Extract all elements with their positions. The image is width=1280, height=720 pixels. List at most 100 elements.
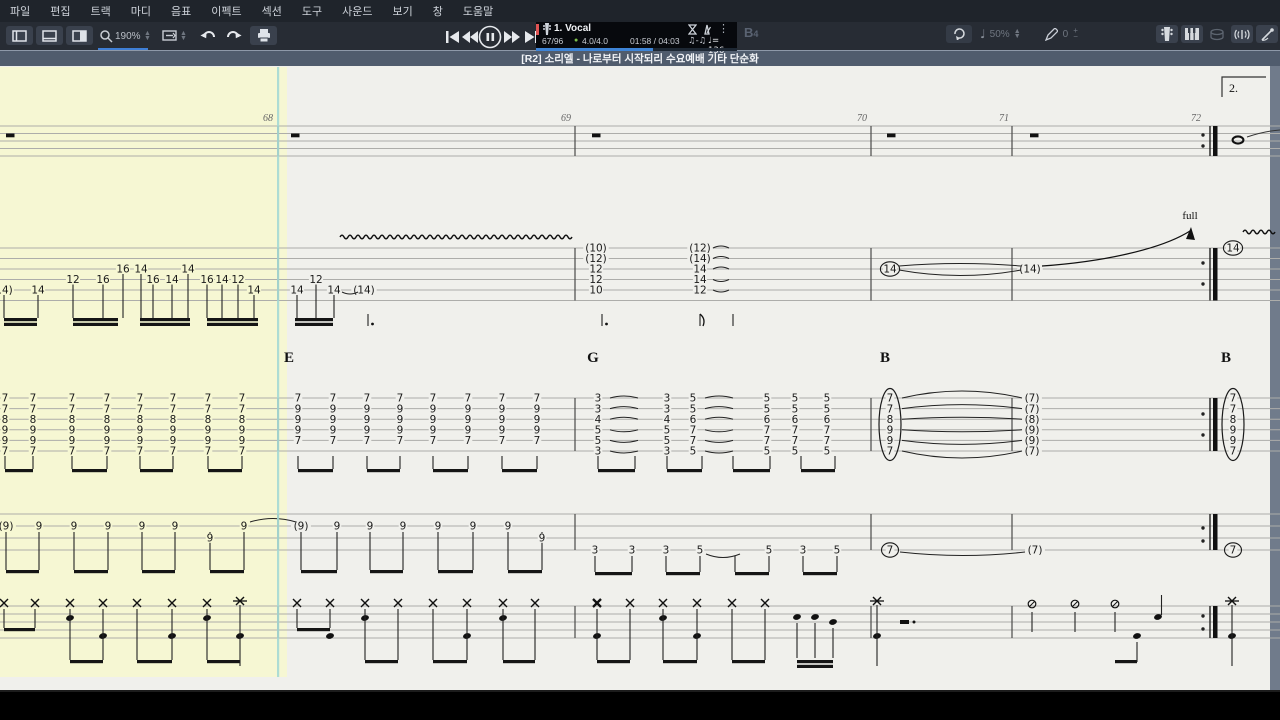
rhythm-tab-note[interactable]: 7 [534, 435, 541, 447]
menu-item[interactable]: 도구 [292, 3, 332, 19]
lead-tab-note[interactable]: 16 [116, 264, 130, 276]
rhythm-tab-note[interactable]: 7 [295, 435, 302, 447]
bass-tab-note[interactable]: 9 [36, 521, 43, 533]
zoom-stepper[interactable]: ▲ ▼ [144, 30, 151, 42]
bass-tab-note[interactable]: 9 [435, 521, 442, 533]
bass-tab-note[interactable]: (9) [294, 521, 309, 533]
bass-tab-note[interactable]: 7 [887, 545, 894, 557]
skip-start-icon[interactable] [446, 31, 459, 43]
fast-forward-icon[interactable] [504, 31, 520, 43]
rhythm-tab-note[interactable]: 7 [364, 435, 371, 447]
lead-tab-note[interactable]: 10 [589, 285, 602, 297]
score-canvas[interactable]: 68697071722.EGBB14)141216161416141416141… [0, 0, 1280, 720]
lead-tab-note[interactable]: 12 [309, 274, 322, 286]
loop-button[interactable] [946, 25, 972, 43]
keyboard-button[interactable] [1181, 25, 1203, 43]
whole-rest[interactable] [592, 133, 601, 138]
chord-label[interactable]: B [880, 350, 890, 366]
drumpad-button[interactable] [1206, 25, 1228, 43]
lead-tab-note[interactable]: 12 [66, 274, 79, 286]
tremolo-button[interactable] [1256, 25, 1278, 43]
column-view-button[interactable] [66, 26, 93, 45]
rhythm-tab-note[interactable]: 3 [664, 446, 671, 458]
bass-tab-note[interactable]: 5 [697, 545, 704, 557]
bass-tab-note[interactable]: 3 [629, 545, 636, 557]
rhythm-tab-note[interactable]: 5 [824, 446, 831, 458]
bass-tab-note[interactable]: 9 [172, 521, 179, 533]
bass-tab-note[interactable]: 9 [367, 521, 374, 533]
audio-button[interactable] [1231, 25, 1253, 43]
lead-tab-note[interactable]: 16 [146, 274, 160, 286]
menu-item[interactable]: 트랙 [81, 3, 121, 19]
bass-tab-note[interactable]: 9 [334, 521, 341, 533]
bass-tab-note[interactable]: 9 [139, 521, 146, 533]
lead-tab-note[interactable]: 14 [1226, 243, 1240, 255]
kebab-menu-icon[interactable]: ⋮ [718, 22, 729, 35]
menu-item[interactable]: 섹션 [252, 3, 292, 19]
redo-icon[interactable] [225, 30, 242, 44]
lead-tab-note[interactable]: 16 [200, 274, 214, 286]
lead-tab-note[interactable]: 14) [0, 285, 13, 297]
menu-item[interactable]: 이펙트 [201, 3, 251, 19]
screen-view-button[interactable] [36, 26, 63, 45]
rhythm-tab-note[interactable]: 7 [205, 446, 212, 458]
menu-item[interactable]: 음표 [161, 3, 201, 19]
rhythm-tab-note[interactable]: 7 [1230, 446, 1237, 458]
speed-stepper[interactable]: ▲ ▼ [1014, 28, 1021, 40]
page-view-button[interactable] [6, 26, 33, 45]
pen-stepper[interactable]: + − [1073, 27, 1078, 41]
pause-button[interactable] [478, 25, 502, 49]
rhythm-tab-note[interactable]: 7 [397, 435, 404, 447]
track-name[interactable]: 1. Vocal [554, 23, 591, 34]
whole-rest[interactable] [6, 133, 15, 138]
feel-icon[interactable]: ♫-♫ [688, 36, 706, 46]
whole-rest[interactable] [1030, 133, 1039, 138]
rhythm-tab-note[interactable]: 7 [2, 446, 9, 458]
chord-label[interactable]: B [1221, 350, 1231, 366]
right-scroll-strip[interactable] [1270, 66, 1280, 690]
lead-tab-note[interactable]: 14 [247, 285, 261, 297]
menu-item[interactable]: 도움말 [453, 3, 503, 19]
lead-tab-note[interactable]: 14 [327, 285, 341, 297]
bass-tab-note[interactable]: 9 [241, 521, 248, 533]
menu-item[interactable]: 마디 [121, 3, 161, 19]
rhythm-tab-note[interactable]: (7) [1025, 446, 1040, 458]
lead-tab-note[interactable]: (14) [353, 285, 375, 297]
rhythm-tab-note[interactable]: 7 [887, 446, 894, 458]
lead-tab-note[interactable]: 14 [165, 274, 179, 286]
zoom-value[interactable]: 190% [115, 31, 141, 42]
rhythm-tab-note[interactable]: 7 [104, 446, 111, 458]
bass-tab-note[interactable]: 9 [505, 521, 512, 533]
bass-tab-note[interactable]: 7 [1230, 545, 1237, 557]
fretboard-button[interactable] [1156, 25, 1178, 43]
hourglass-icon[interactable] [688, 23, 697, 35]
fit-screen-icon[interactable] [162, 30, 178, 43]
lead-tab-note[interactable]: 12 [231, 274, 244, 286]
rhythm-tab-note[interactable]: 3 [595, 446, 602, 458]
rhythm-tab-note[interactable]: 7 [465, 435, 472, 447]
tempo-display[interactable]: ♩= 136 [708, 36, 737, 56]
rhythm-tab-note[interactable]: 5 [792, 446, 799, 458]
menu-item[interactable]: 보기 [383, 3, 423, 19]
bass-tab-note[interactable]: 5 [766, 545, 773, 557]
lead-tab-note[interactable]: 16 [96, 274, 110, 286]
bass-tab-note[interactable]: 3 [663, 545, 670, 557]
progress-bar[interactable] [536, 48, 737, 51]
rhythm-tab-note[interactable]: 7 [239, 446, 246, 458]
undo-icon[interactable] [200, 30, 217, 44]
lead-tab-note[interactable]: 14 [883, 264, 897, 276]
bass-tab-note[interactable]: (7) [1028, 545, 1043, 557]
menu-item[interactable]: 창 [423, 3, 453, 19]
bass-tab-note[interactable]: (9) [0, 521, 13, 533]
bass-tab-note[interactable]: 5 [834, 545, 841, 557]
chord-label[interactable]: G [587, 350, 599, 366]
menu-item[interactable]: 편집 [40, 3, 80, 19]
rewind-icon[interactable] [462, 31, 478, 43]
bass-tab-note[interactable]: 9 [539, 533, 546, 545]
lead-tab-note[interactable]: 14 [181, 264, 195, 276]
rhythm-tab-note[interactable]: 5 [690, 446, 697, 458]
bass-tab-note[interactable]: 9 [105, 521, 112, 533]
rhythm-tab-note[interactable]: 7 [430, 435, 437, 447]
lead-tab-note[interactable]: (14) [1019, 264, 1041, 276]
rhythm-tab-note[interactable]: 7 [330, 435, 337, 447]
